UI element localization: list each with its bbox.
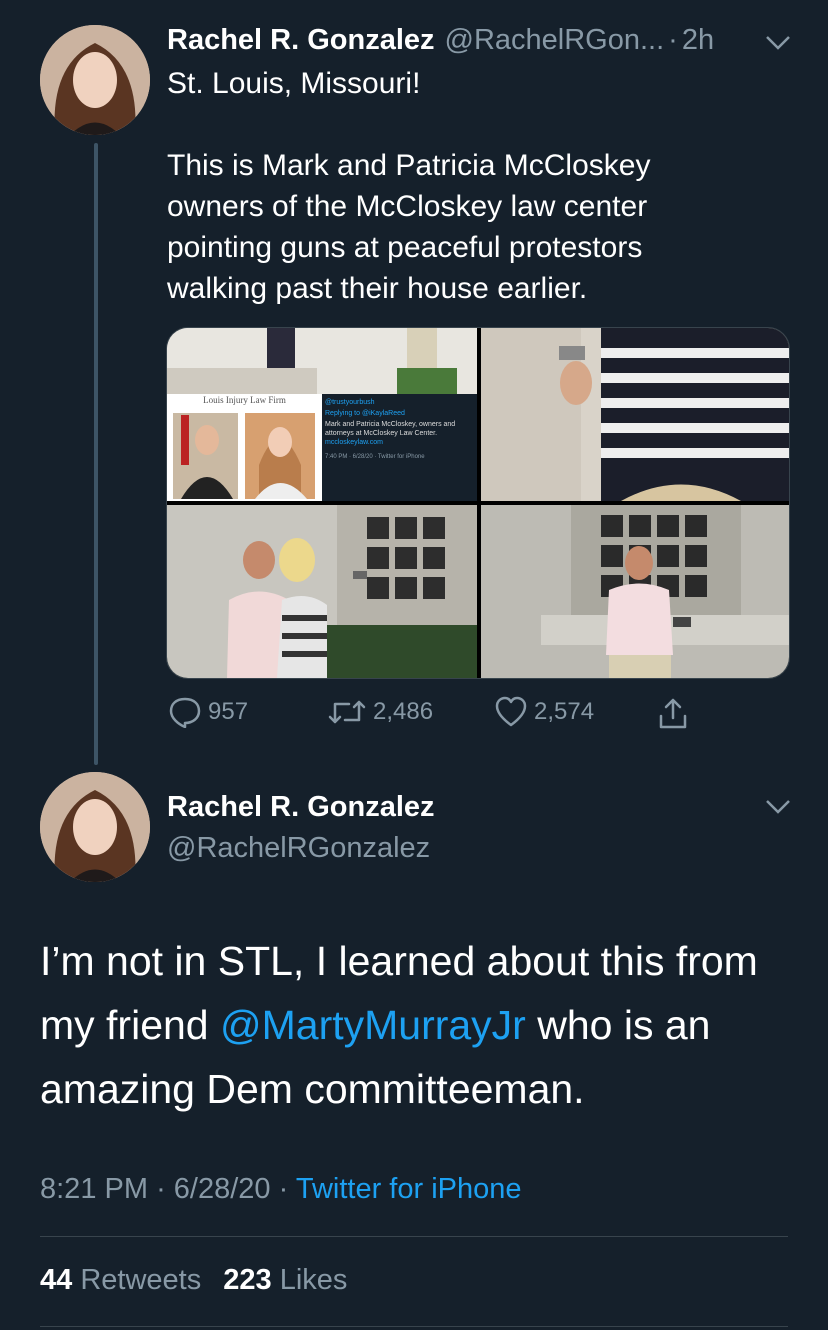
chevron-down-icon[interactable] xyxy=(764,34,792,52)
retweet-button[interactable]: 2,486 xyxy=(327,696,433,728)
retweets-stat[interactable]: 44 Retweets xyxy=(40,1264,201,1296)
reply-icon xyxy=(169,697,201,728)
like-button[interactable]: 2,574 xyxy=(494,696,594,728)
separator: · xyxy=(278,1173,289,1205)
likes-stat[interactable]: 223 Likes xyxy=(223,1264,347,1296)
couple-photo xyxy=(167,505,477,678)
divider xyxy=(40,1236,788,1237)
author-handle[interactable]: @RachelRGonzalez xyxy=(167,832,430,865)
embedded-replying: Replying to @iKaylaReed xyxy=(325,410,405,417)
media-image-1[interactable]: Louis Injury Law Firm @trustyourbush Rep… xyxy=(167,328,477,501)
tweet-header: Rachel R. Gonzalez @RachelRGon... · 2h xyxy=(167,24,714,57)
embedded-footer: 7:40 PM · 6/28/20 · Twitter for iPhone xyxy=(325,454,425,460)
embedded-handle: @trustyourbush xyxy=(325,399,375,406)
tweet-time[interactable]: 2h xyxy=(682,24,714,57)
avatar[interactable] xyxy=(40,25,150,135)
author-name[interactable]: Rachel R. Gonzalez xyxy=(167,791,435,824)
retweets-label: Retweets xyxy=(80,1264,202,1296)
like-icon xyxy=(495,696,527,727)
reply-button[interactable]: 957 xyxy=(168,696,248,728)
attorney-portraits xyxy=(173,413,315,499)
separator: · xyxy=(156,1173,166,1205)
retweet-total: 44 xyxy=(40,1264,73,1296)
embedded-text: Mark and Patricia McCloskey, owners and … xyxy=(325,421,456,437)
tweet-date: 6/28/20 xyxy=(173,1173,271,1205)
like-total: 223 xyxy=(223,1264,272,1296)
tweet-source[interactable]: Twitter for iPhone xyxy=(296,1173,522,1205)
author-name[interactable]: Rachel R. Gonzalez xyxy=(167,24,435,57)
retweet-icon xyxy=(328,700,366,724)
mention-link[interactable]: @MartyMurrayJr xyxy=(220,1002,526,1048)
media-grid[interactable]: Louis Injury Law Firm @trustyourbush Rep… xyxy=(166,327,790,679)
thread-line xyxy=(94,143,98,765)
likes-label: Likes xyxy=(279,1264,348,1296)
tweet-time: 8:21 PM xyxy=(40,1173,148,1205)
media-image-4[interactable] xyxy=(481,505,789,678)
like-count: 2,574 xyxy=(534,698,595,725)
retweet-count: 2,486 xyxy=(373,698,434,725)
embedded-link: mccloskeylaw.com xyxy=(325,439,383,446)
tweet-text: I’m not in STL, I learned about this fro… xyxy=(40,929,788,1121)
separator: · xyxy=(668,24,678,56)
embedded-tweet: @trustyourbush Replying to @iKaylaReed M… xyxy=(322,394,477,501)
law-firm-panel: Louis Injury Law Firm xyxy=(167,394,322,501)
man-with-gun-photo xyxy=(481,505,789,678)
reply-count: 957 xyxy=(208,698,249,725)
avatar[interactable] xyxy=(40,772,150,882)
media-image-2[interactable] xyxy=(481,328,789,501)
share-icon[interactable] xyxy=(656,696,690,730)
chevron-down-icon[interactable] xyxy=(764,798,792,816)
law-firm-header: Louis Injury Law Firm xyxy=(203,395,286,405)
divider xyxy=(40,1326,788,1327)
media-image-3[interactable] xyxy=(167,505,477,678)
tweet-metadata: 8:21 PM · 6/28/20 · Twitter for iPhone xyxy=(40,1173,522,1206)
engagement-stats: 44 Retweets 223 Likes xyxy=(40,1264,347,1297)
author-handle[interactable]: @RachelRGon... xyxy=(445,24,665,57)
striped-shirt-photo xyxy=(481,328,789,501)
tweet-text: St. Louis, Missouri! This is Mark and Pa… xyxy=(167,67,651,305)
